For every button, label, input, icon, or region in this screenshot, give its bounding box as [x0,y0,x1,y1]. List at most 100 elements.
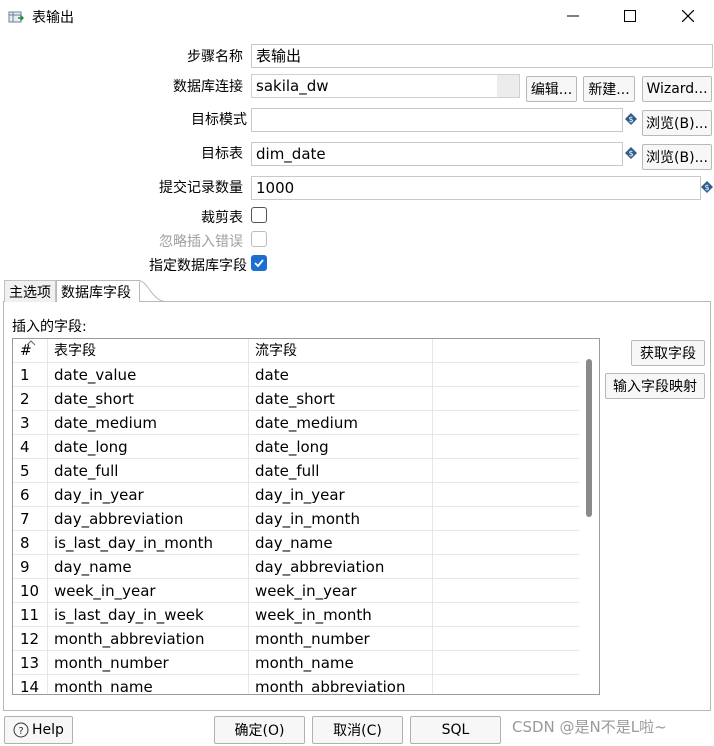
target-table-input[interactable]: dim_date [251,142,623,166]
stream-field-cell[interactable]: month_number [248,627,431,651]
table-field-cell[interactable]: date_short [47,387,247,411]
table-field-cell[interactable]: day_in_year [47,483,247,507]
get-fields-button[interactable]: 获取字段 [631,340,705,366]
help-button[interactable]: ? Help [4,716,73,744]
table-row[interactable]: 2 date_short date_short [13,387,579,411]
empty-cell [432,387,579,411]
stream-field-cell[interactable]: day_name [248,531,431,555]
table-row[interactable]: 14 month_name month_abbreviation [13,675,579,695]
stream-field-cell[interactable]: date_long [248,435,431,459]
table-field-cell[interactable]: day_name [47,555,247,579]
stream-field-cell[interactable]: week_in_year [248,579,431,603]
table-row[interactable]: 11 is_last_day_in_week week_in_month [13,603,579,627]
table-row[interactable]: 4 date_long date_long [13,435,579,459]
svg-text:?: ? [18,726,23,737]
ignore-errors-label: 忽略插入错误 [159,234,243,250]
stream-field-cell[interactable]: month_name [248,651,431,675]
table-field-cell[interactable]: month_abbreviation [47,627,247,651]
new-connection-button[interactable]: 新建... [583,76,635,102]
stream-field-cell[interactable]: day_in_year [248,483,431,507]
table-field-cell[interactable]: week_in_year [47,579,247,603]
browse-schema-button[interactable]: 浏览(B)... [642,110,712,136]
checkmark-icon [254,259,264,268]
window-title: 表输出 [32,10,74,26]
row-number: 12 [20,630,40,648]
tab-main-options[interactable]: 主选项 [4,280,56,302]
table-field-cell[interactable]: is_last_day_in_month [47,531,247,555]
tab-database-fields[interactable]: 数据库字段 [56,280,140,302]
empty-cell [432,675,579,694]
empty-cell [432,363,579,387]
watermark: CSDN @是N不是L啦~ [512,718,667,736]
row-number: 7 [20,510,30,528]
table-row[interactable]: 6 day_in_year day_in_year [13,483,579,507]
column-header-stream-field[interactable]: 流字段 [248,339,431,363]
scrollbar-thumb[interactable] [586,359,592,517]
table-row[interactable]: 10 week_in_year week_in_year [13,579,579,603]
close-button[interactable] [660,0,714,32]
row-number: 4 [20,438,30,456]
empty-cell [432,651,579,675]
stream-field-cell[interactable]: month_abbreviation [248,675,431,694]
table-row[interactable]: 5 date_full date_full [13,459,579,483]
stream-field-cell[interactable]: date [248,363,431,387]
table-field-cell[interactable]: date_long [47,435,247,459]
table-field-cell[interactable]: is_last_day_in_week [47,603,247,627]
row-number: 14 [20,678,40,695]
help-icon: ? [13,722,29,738]
table-row[interactable]: 7 day_abbreviation day_in_month [13,507,579,531]
table-row[interactable]: 1 date_value date [13,363,579,387]
row-number: 6 [20,486,30,504]
table-row[interactable]: 12 month_abbreviation month_number [13,627,579,651]
table-row[interactable]: 8 is_last_day_in_month day_name [13,531,579,555]
specify-fields-checkbox[interactable] [251,255,267,271]
row-number: 11 [20,606,40,624]
stream-field-cell[interactable]: day_abbreviation [248,555,431,579]
row-number: 3 [20,414,30,432]
stream-field-cell[interactable]: date_short [248,387,431,411]
truncate-checkbox[interactable] [251,207,267,223]
target-schema-input[interactable] [251,108,623,132]
table-field-cell[interactable]: month_number [47,651,247,675]
sql-button[interactable]: SQL [410,716,501,744]
row-number: 8 [20,534,30,552]
table-row[interactable]: 9 day_name day_abbreviation [13,555,579,579]
table-output-icon [8,11,24,23]
table-row[interactable]: 3 date_medium date_medium [13,411,579,435]
stream-field-cell[interactable]: day_in_month [248,507,431,531]
db-connection-value: sakila_dw [256,77,329,95]
cancel-button[interactable]: 取消(C) [312,716,403,744]
maximize-button[interactable] [602,0,658,32]
target-table-label: 目标表 [201,146,243,162]
step-name-input[interactable]: 表输出 [251,44,713,68]
stream-field-cell[interactable]: date_medium [248,411,431,435]
minimize-button[interactable] [545,0,601,32]
stream-field-cell[interactable]: week_in_month [248,603,431,627]
row-number: 1 [20,366,30,384]
table-field-cell[interactable]: date_full [47,459,247,483]
column-header-empty [432,339,579,363]
empty-cell [432,435,579,459]
db-connection-select[interactable]: sakila_dw [251,74,520,98]
wizard-button[interactable]: Wizard... [642,76,712,102]
table-row[interactable]: 13 month_number month_name [13,651,579,675]
commit-size-input[interactable]: 1000 [251,176,701,200]
field-mapping-button[interactable]: 输入字段映射 [605,373,705,399]
stream-field-cell[interactable]: date_full [248,459,431,483]
browse-table-button[interactable]: 浏览(B)... [642,144,712,170]
empty-cell [432,603,579,627]
table-field-cell[interactable]: day_abbreviation [47,507,247,531]
ok-button[interactable]: 确定(O) [214,716,305,744]
table-field-cell[interactable]: date_medium [47,411,247,435]
ignore-errors-checkbox[interactable] [251,231,267,247]
edit-connection-button[interactable]: 编辑... [526,76,577,102]
specify-fields-label: 指定数据库字段 [149,258,247,274]
empty-cell [432,531,579,555]
table-field-cell[interactable]: month_name [47,675,247,694]
target-schema-label: 目标模式 [191,112,247,128]
table-field-cell[interactable]: date_value [47,363,247,387]
empty-cell [432,483,579,507]
truncate-label: 裁剪表 [201,210,243,226]
commit-size-label: 提交记录数量 [159,180,243,196]
column-header-table-field[interactable]: 表字段 [47,339,247,363]
